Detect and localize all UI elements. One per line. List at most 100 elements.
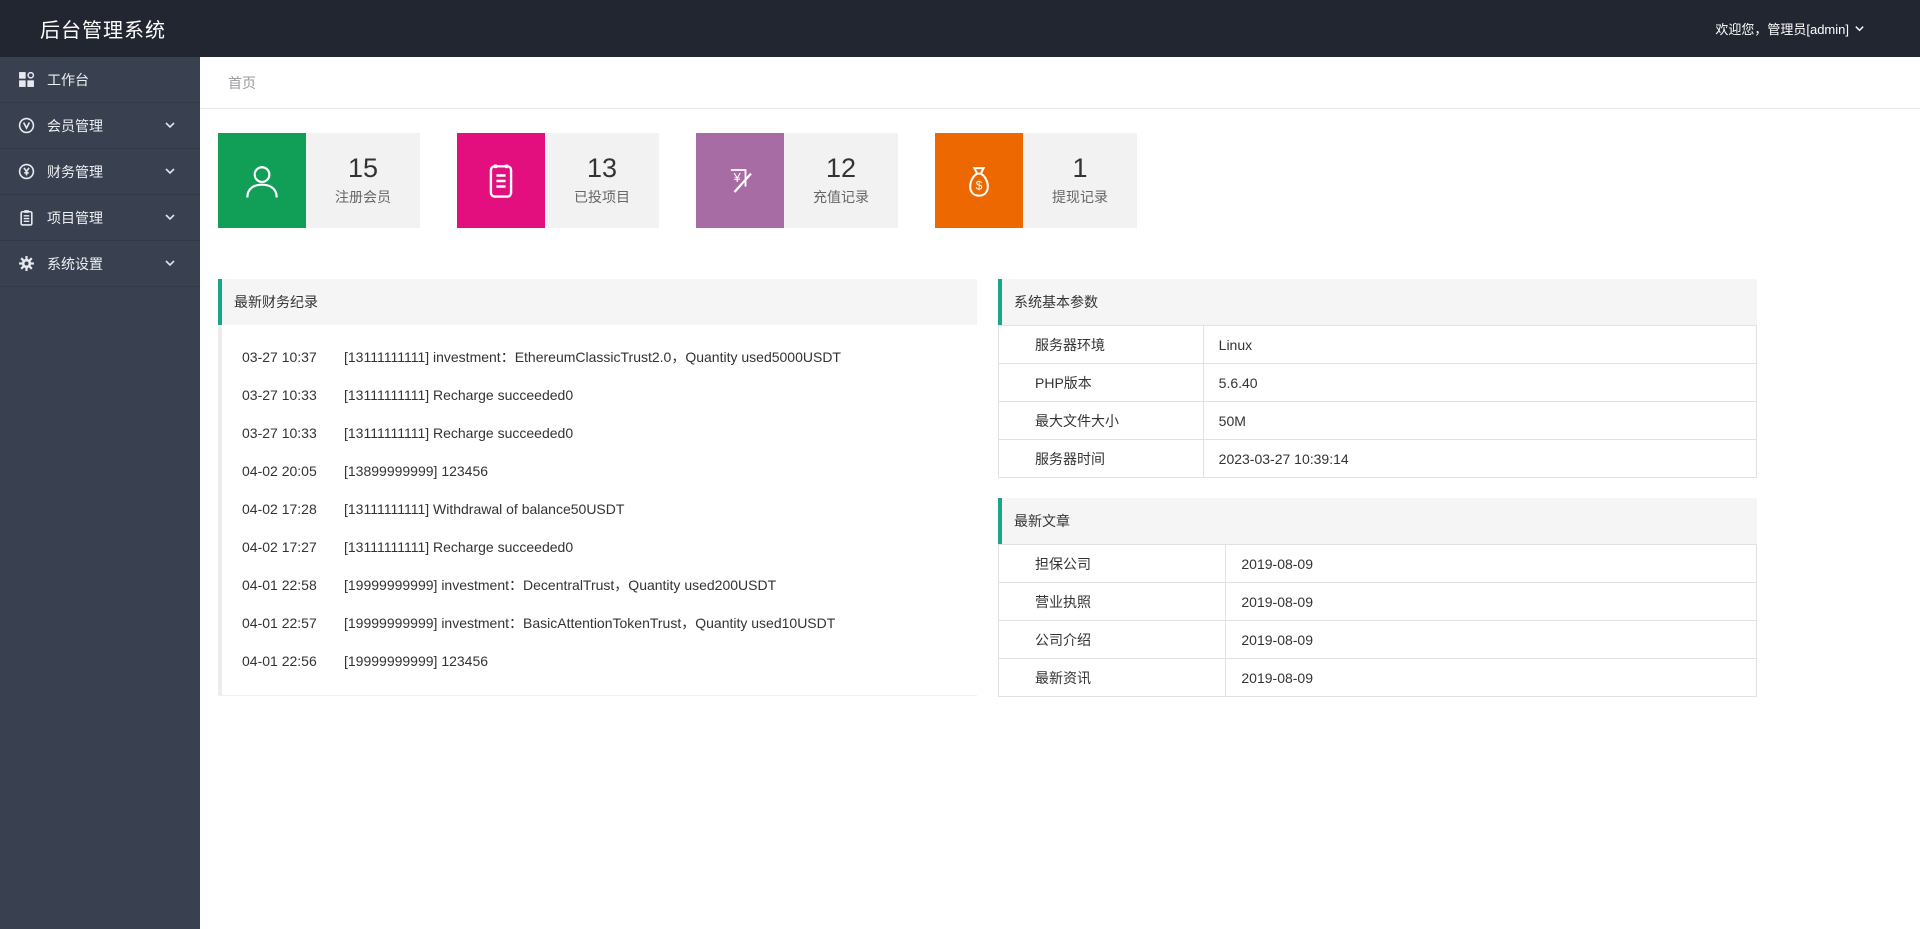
stat-cards: 15 注册会员 13 已投项目 ¥ 12 充值记录 $ 1 提现记录: [200, 109, 1920, 228]
table-row: 担保公司 2019-08-09: [997, 544, 1757, 583]
finance-record: 04-02 17:27 [13111111111] Recharge succe…: [222, 528, 977, 566]
sidebar-item-label: 财务管理: [47, 163, 103, 180]
system-panel: 系统基本参数 服务器环境 Linux PHP版本 5.6.40 最大文件大小 5…: [998, 279, 1758, 478]
svg-text:¥: ¥: [733, 169, 742, 184]
stat-value: 13: [586, 153, 618, 184]
stat-card-members[interactable]: 15 注册会员: [218, 133, 420, 228]
finance-record: 03-27 10:33 [13111111111] Recharge succe…: [222, 376, 977, 414]
table-row: 公司介绍 2019-08-09: [997, 620, 1757, 659]
system-params-table: 服务器环境 Linux PHP版本 5.6.40 最大文件大小 50M 服务器时…: [998, 325, 1758, 478]
panel-title: 最新文章: [1014, 513, 1070, 529]
param-label: 服务器时间: [998, 439, 1204, 478]
articles-panel-header: 最新文章: [998, 498, 1757, 544]
param-label: 最大文件大小: [998, 401, 1204, 440]
chevron-down-icon: [164, 164, 176, 180]
table-row: 服务器环境 Linux: [998, 325, 1758, 364]
article-date: 2019-08-09: [1225, 544, 1757, 583]
article-title: 最新资讯: [997, 658, 1227, 697]
articles-panel: 最新文章 担保公司 2019-08-09 营业执照 2019-08-09 公司介…: [997, 498, 1757, 697]
svg-text:$: $: [976, 178, 983, 192]
user-dropdown[interactable]: 欢迎您，管理员[admin]: [1715, 19, 1865, 38]
finance-record: 04-02 17:28 [13111111111] Withdrawal of …: [222, 490, 977, 528]
stat-card-meta: 1 提现记录: [1023, 133, 1137, 228]
table-row: PHP版本 5.6.40: [998, 363, 1758, 402]
article-title: 营业执照: [997, 582, 1227, 621]
stat-label: 充值记录: [813, 188, 869, 205]
article-date: 2019-08-09: [1225, 658, 1757, 697]
stat-card-withdraw[interactable]: $ 1 提现记录: [935, 133, 1137, 228]
system-panel-header: 系统基本参数: [998, 279, 1757, 325]
sidebar-item-projects[interactable]: 项目管理: [0, 195, 200, 241]
table-row: 服务器时间 2023-03-27 10:39:14: [998, 439, 1758, 478]
dashboard-icon: [18, 71, 35, 88]
sidebar-item-workbench[interactable]: 工作台: [0, 57, 200, 103]
sidebar-item-label: 系统设置: [47, 255, 103, 272]
article-date: 2019-08-09: [1225, 582, 1757, 621]
article-date: 2019-08-09: [1225, 620, 1757, 659]
members-icon: [18, 117, 35, 134]
sidebar-item-settings[interactable]: 系统设置: [0, 241, 200, 287]
finance-record: 04-02 20:05 [13899999999] 123456: [222, 452, 977, 490]
param-value: 2023-03-27 10:39:14: [1202, 439, 1758, 478]
record-time: 03-27 10:37: [242, 349, 317, 365]
yen-card-icon: ¥: [696, 133, 784, 228]
finance-panel: 最新财务纪录 03-27 10:37 [13111111111] investm…: [218, 279, 977, 697]
settings-icon: [18, 255, 35, 272]
article-title: 担保公司: [997, 544, 1227, 583]
sidebar-item-finance[interactable]: 财务管理: [0, 149, 200, 195]
stat-label: 提现记录: [1052, 188, 1108, 205]
record-text: [19999999999] 123456: [344, 653, 489, 669]
finance-record: 03-27 10:37 [13111111111] investment：Eth…: [222, 338, 977, 376]
main-content: 首页 15 注册会员 13 已投项目 ¥ 12 充值记录 $ 1 提现记录 最新…: [200, 57, 1920, 929]
user-icon: [218, 133, 306, 228]
finance-record: 04-01 22:57 [19999999999] investment：Bas…: [222, 604, 977, 642]
finance-record: 04-01 22:58 [19999999999] investment：Dec…: [222, 566, 977, 604]
breadcrumb-home-link[interactable]: 首页: [228, 73, 256, 93]
breadcrumb: 首页: [200, 57, 1920, 109]
finance-record: 04-01 22:56 [19999999999] 123456: [222, 642, 977, 680]
record-text: [13111111111] Recharge succeeded0: [344, 425, 574, 441]
record-time: 04-02 20:05: [242, 463, 317, 479]
chevron-down-icon: [164, 210, 176, 226]
record-text: [13111111111] investment：EthereumClassic…: [344, 349, 841, 365]
record-text: [13111111111] Recharge succeeded0: [344, 387, 574, 403]
sidebar-item-members[interactable]: 会员管理: [0, 103, 200, 149]
stat-card-meta: 15 注册会员: [306, 133, 420, 228]
stat-card-recharge[interactable]: ¥ 12 充值记录: [696, 133, 898, 228]
record-time: 04-01 22:58: [242, 577, 317, 593]
money-bag-icon: $: [935, 133, 1023, 228]
table-row: 最大文件大小 50M: [998, 401, 1758, 440]
param-label: 服务器环境: [998, 325, 1204, 364]
finance-panel-header: 最新财务纪录: [218, 279, 977, 325]
record-time: 04-02 17:28: [242, 501, 317, 517]
top-bar: 后台管理系统 欢迎您，管理员[admin]: [0, 0, 1920, 57]
sidebar-item-label: 工作台: [47, 71, 89, 88]
param-value: 50M: [1202, 401, 1758, 440]
record-text: [19999999999] investment：BasicAttentionT…: [344, 615, 836, 631]
sidebar: 工作台 会员管理 财务管理 项目管理 系统设置: [0, 57, 200, 929]
panel-title: 最新财务纪录: [234, 294, 318, 310]
chevron-down-icon: [164, 256, 176, 272]
articles-table: 担保公司 2019-08-09 营业执照 2019-08-09 公司介绍 201…: [997, 544, 1757, 697]
stat-label: 注册会员: [335, 188, 391, 205]
stat-label: 已投项目: [574, 188, 630, 205]
record-time: 03-27 10:33: [242, 425, 317, 441]
param-value: Linux: [1202, 325, 1758, 364]
article-title: 公司介绍: [997, 620, 1227, 659]
finance-icon: [18, 163, 35, 180]
stat-card-meta: 12 充值记录: [784, 133, 898, 228]
record-time: 03-27 10:33: [242, 387, 317, 403]
app-title: 后台管理系统: [40, 20, 166, 42]
finance-record: 03-27 10:33 [13111111111] Recharge succe…: [222, 414, 977, 452]
stat-card-projects[interactable]: 13 已投项目: [457, 133, 659, 228]
chevron-down-icon: [164, 118, 176, 134]
record-text: [19999999999] investment：DecentralTrust，…: [344, 577, 777, 593]
chevron-down-icon: [1854, 23, 1865, 34]
record-text: [13899999999] 123456: [344, 463, 489, 479]
stat-value: 12: [825, 153, 857, 184]
welcome-text: 欢迎您，管理员[admin]: [1715, 22, 1849, 37]
projects-icon: [18, 209, 35, 226]
sidebar-item-label: 项目管理: [47, 209, 103, 226]
record-time: 04-02 17:27: [242, 539, 317, 555]
record-text: [13111111111] Recharge succeeded0: [344, 539, 574, 555]
